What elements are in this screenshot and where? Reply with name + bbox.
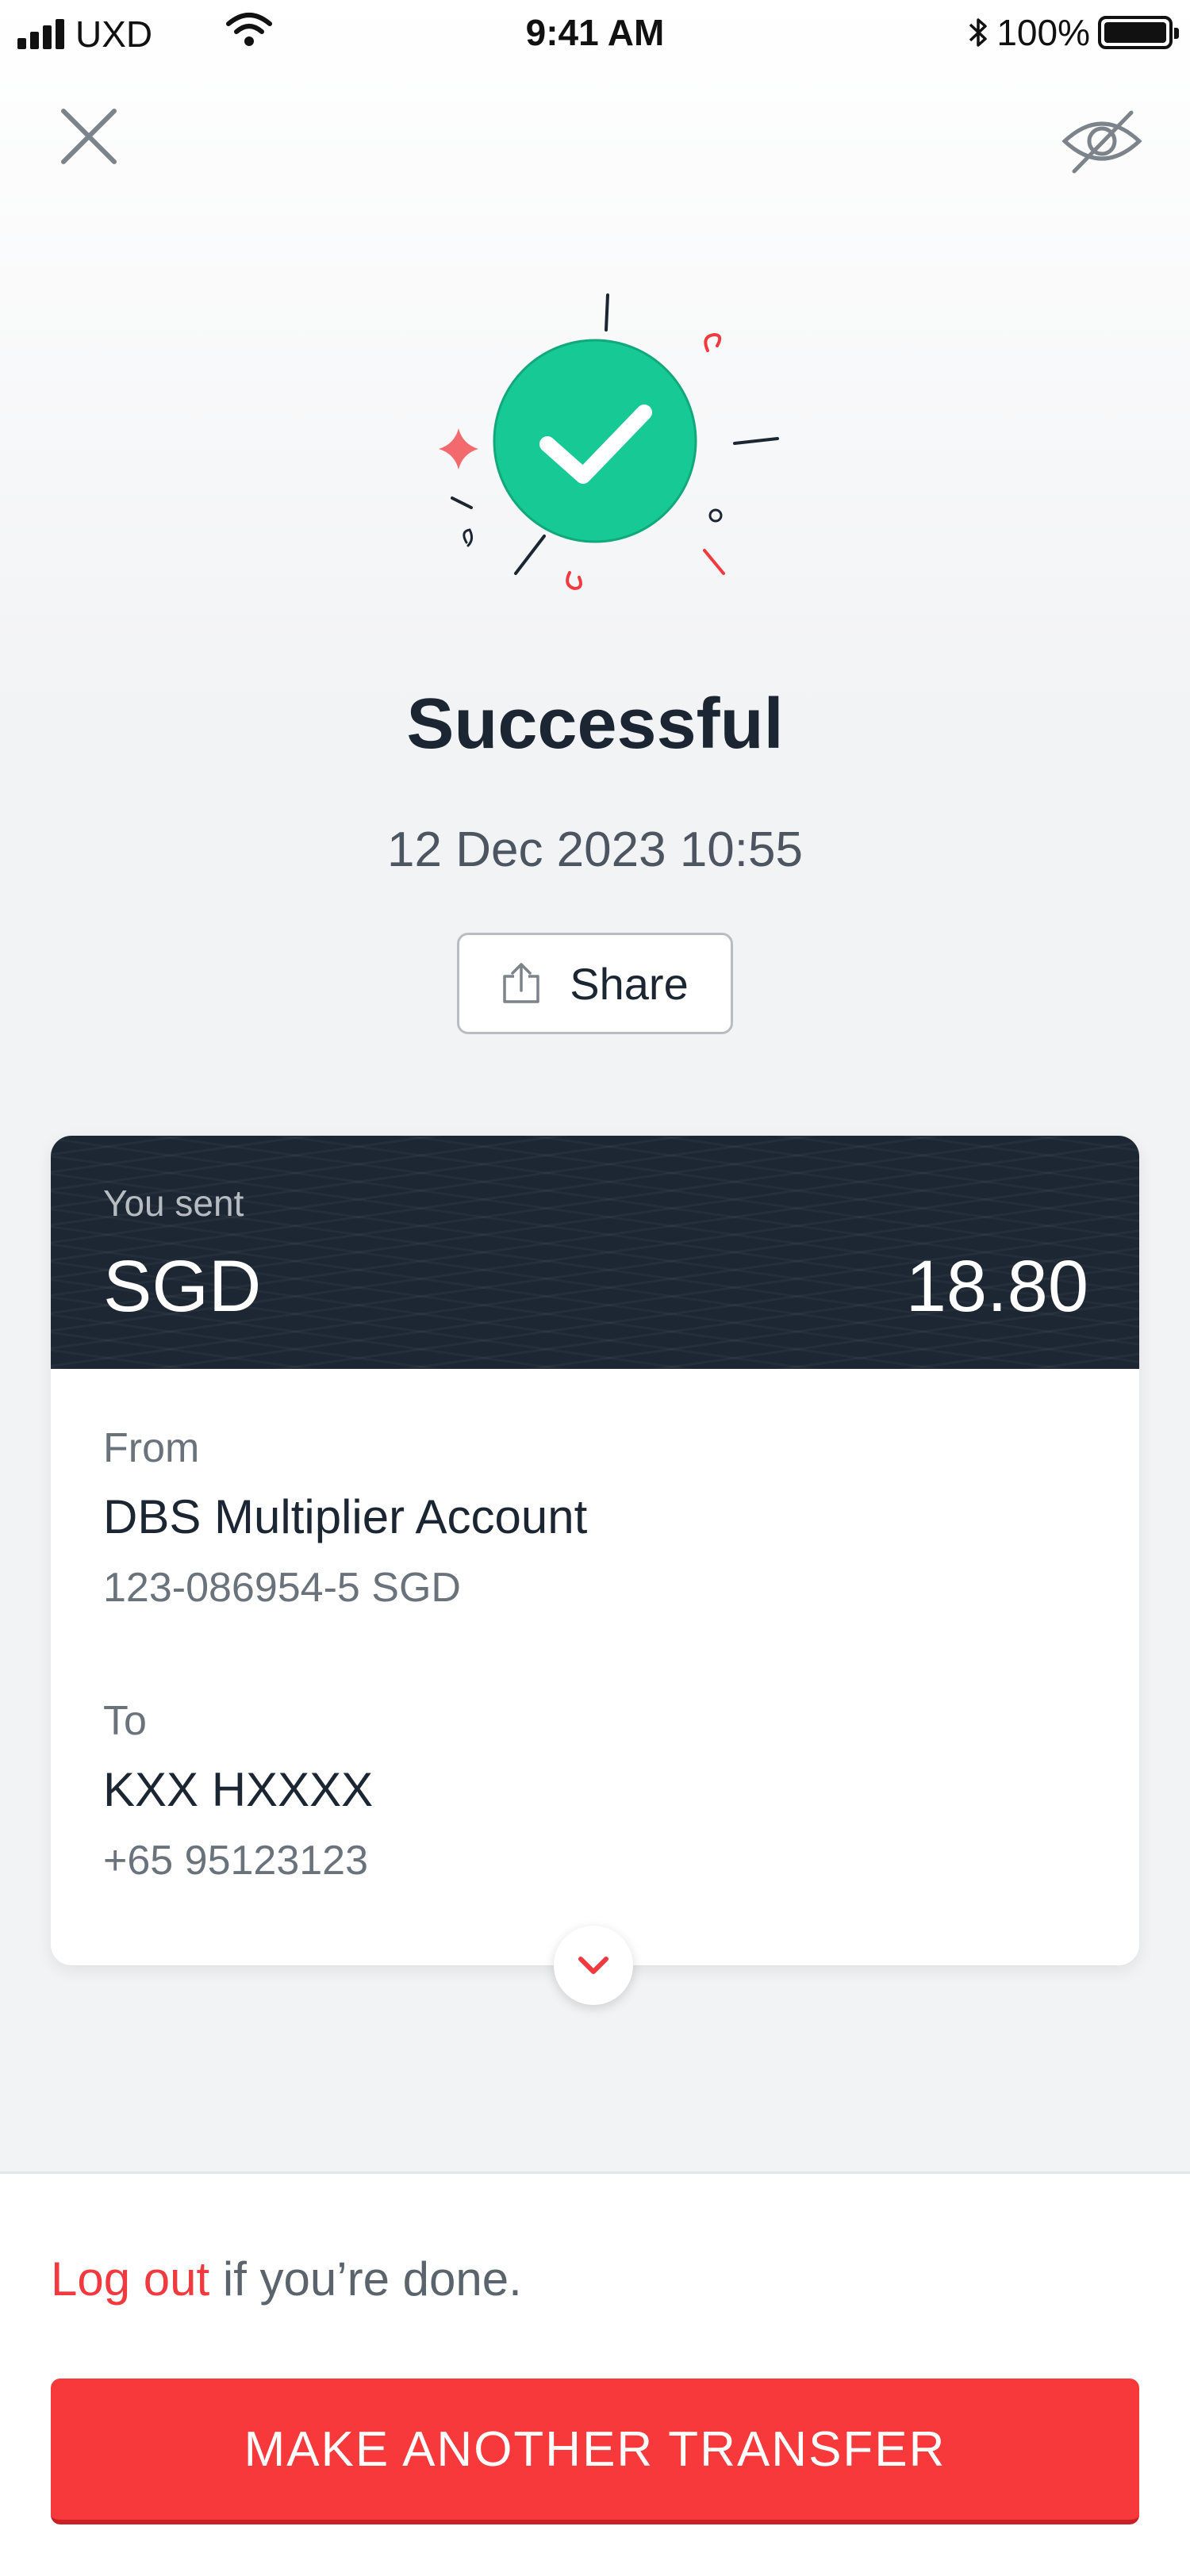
to-label: To [103,1698,147,1744]
close-button[interactable] [56,103,122,170]
battery-icon [1098,16,1179,49]
from-account-name: DBS Multiplier Account [103,1490,588,1543]
logout-hint: if you’re done. [222,2252,522,2306]
transfer-details-card: You sent SGD 18.80 From DBS Multiplier A… [51,1136,1139,1965]
transaction-datetime: 12 Dec 2023 10:55 [387,822,803,877]
sent-label: You sent [103,1183,244,1224]
eye-slash-icon [1061,110,1142,174]
recipient-name: KXX HXXXX [103,1763,374,1816]
battery-status: 100% [968,11,1179,54]
chevron-down-icon [578,1957,608,1974]
from-account-number: 123-086954-5 SGD [103,1565,461,1611]
bottom-panel: Log out if you’re done. MAKE ANOTHER TRA… [0,2172,1190,2576]
expand-details-button[interactable] [554,1926,633,2005]
success-check-icon [439,293,779,591]
share-button[interactable]: Share [457,933,733,1034]
share-label: Share [570,958,689,1009]
close-icon [61,109,117,164]
logout-link[interactable]: Log out [51,2252,209,2306]
bluetooth-icon [969,18,988,47]
battery-percent: 100% [996,12,1090,53]
from-label: From [103,1425,200,1471]
make-another-transfer-label: MAKE ANOTHER TRANSFER [244,2421,946,2477]
status-bar: UXD 9:41 AM 100% [0,0,1190,67]
status-title: Successful [406,684,784,764]
logout-prompt: Log out if you’re done. [51,2252,522,2306]
amount-header: You sent SGD 18.80 [51,1136,1139,1369]
currency: SGD [103,1246,262,1327]
share-icon [503,963,540,1003]
hide-values-toggle[interactable] [1058,103,1146,179]
recipient-phone: +65 95123123 [103,1838,369,1884]
make-another-transfer-button[interactable]: MAKE ANOTHER TRANSFER [51,2379,1139,2524]
amount: 18.80 [905,1246,1088,1327]
